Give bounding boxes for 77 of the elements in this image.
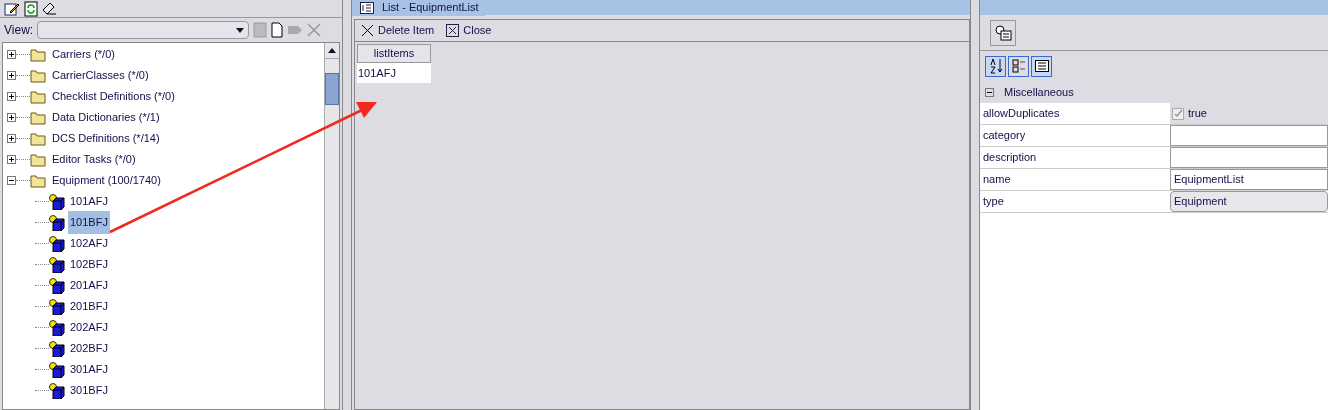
tree-item[interactable]: 201BFJ [68,295,110,318]
list-icon [360,1,374,14]
splitter[interactable] [970,0,980,410]
property-value: true [1188,106,1207,122]
description-button[interactable] [1031,55,1052,77]
expander-icon[interactable] [7,71,16,80]
tree-item[interactable]: 202BFJ [68,337,110,360]
expander-icon[interactable] [7,176,16,185]
input-field[interactable]: EquipmentList [1170,169,1328,190]
collapse-icon[interactable] [985,87,994,97]
cube-icon [49,193,65,210]
scrollbar[interactable] [324,43,339,409]
folder-icon [30,173,46,188]
table-cell-text: 101AFJ [357,65,397,81]
folder-icon [30,89,46,104]
properties-button[interactable] [990,19,1016,46]
sort-az-icon [988,58,1003,74]
column-header[interactable]: listItems [357,44,431,63]
property-name: allowDuplicates [982,106,1061,122]
tree-item[interactable]: CarrierClasses (*/0) [52,67,149,84]
property-name: name [982,172,1012,188]
tree-item[interactable]: 301AFJ [68,358,110,381]
tree-item[interactable]: 102BFJ [68,253,110,276]
window-title: List - EquipmentList [382,0,479,16]
cube-icon [49,382,65,399]
folder-icon [30,68,46,83]
tree-list-icon [1011,59,1026,73]
input-field[interactable] [1170,147,1328,168]
eraser-icon[interactable] [42,1,58,16]
expander-icon[interactable] [7,50,16,59]
input-field[interactable] [1170,125,1328,146]
cube-icon [49,277,65,294]
expander-icon[interactable] [7,155,16,164]
caret-icon [236,27,245,33]
folder-icon [30,110,46,125]
delete-item-button[interactable]: Delete Item [361,22,435,39]
expander-icon[interactable] [7,92,16,101]
tree-item[interactable]: Data Dictionaries (*/1) [52,109,160,126]
cube-icon [49,340,65,357]
cube-icon [49,214,65,231]
tree-item[interactable]: Carriers (*/0) [52,46,115,63]
cube-icon [49,361,65,378]
expander-icon[interactable] [7,134,16,143]
expander-icon[interactable] [7,113,16,122]
edit-icon[interactable] [4,0,20,17]
view-label: View: [4,22,34,39]
cube-icon [49,256,65,273]
folder-icon [30,131,46,146]
folder-icon [30,47,46,62]
close-icon [446,24,460,37]
tree-item[interactable]: Equipment (100/1740) [52,172,161,189]
scroll-thumb[interactable] [325,73,339,105]
tree-item[interactable]: 301BFJ [68,379,110,402]
property-name: type [982,194,1005,210]
cube-icon [49,319,65,336]
list-icon [1034,60,1049,72]
category-label: Miscellaneous [1004,84,1074,100]
tree-item[interactable]: Checklist Definitions (*/0) [52,88,175,105]
close-button[interactable]: Close [446,22,492,39]
tree-item[interactable]: 201AFJ [68,274,110,297]
property-name: description [982,150,1038,166]
tree-item[interactable]: 101AFJ [68,190,110,213]
tree-item[interactable]: Editor Tasks (*/0) [52,151,136,168]
checkbox[interactable] [1172,107,1184,120]
folder-icon [30,152,46,167]
sort-button[interactable] [985,55,1006,77]
tree-item[interactable]: DCS Definitions (*/14) [52,130,160,147]
tree-item[interactable]: 202AFJ [68,316,110,339]
type-dropdown[interactable]: Equipment [1170,191,1328,212]
new-document-icon[interactable] [271,22,284,38]
scroll-up-icon[interactable] [328,48,336,53]
tree-item[interactable]: 102AFJ [68,232,110,255]
categorize-button[interactable] [1008,55,1029,77]
property-name: category [982,128,1027,144]
cube-icon [49,298,65,315]
cube-icon [49,235,65,252]
tree-item[interactable]: 101BFJ [68,211,110,234]
